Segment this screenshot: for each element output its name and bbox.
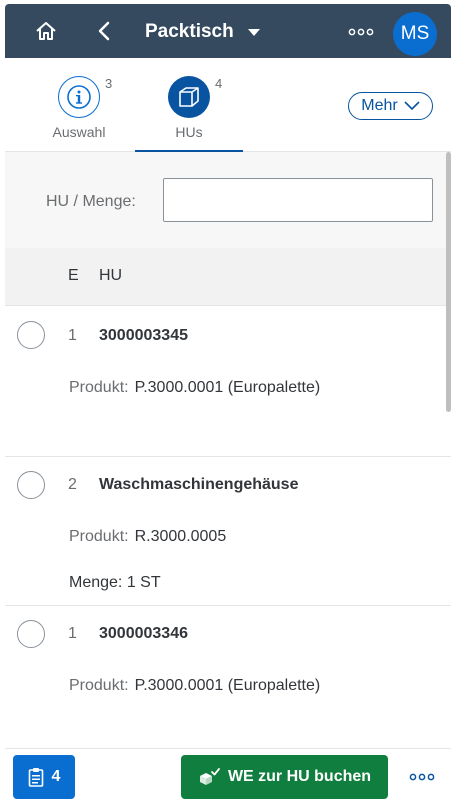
row-e-value: 2 [68, 476, 77, 493]
row-select-radio[interactable] [17, 321, 45, 349]
title-dropdown-icon[interactable] [248, 29, 260, 36]
hu-menge-input[interactable] [163, 178, 433, 222]
tab-hus-icon-circle [168, 76, 210, 118]
row-menge: Menge: 1 ST [69, 574, 161, 591]
tab-auswahl-count: 3 [105, 76, 113, 91]
row-produkt-label: Produkt: [69, 379, 129, 396]
overflow-icon[interactable] [348, 28, 374, 36]
filter-section: HU / Menge: [5, 152, 451, 248]
tab-hus-label: HUs [175, 124, 203, 140]
app-title[interactable]: Packtisch [145, 21, 234, 43]
table-row[interactable]: 1 3000003345 Produkt: P.3000.0001 (Europa… [5, 307, 451, 457]
hu-count-button[interactable]: 4 [13, 755, 75, 799]
home-icon[interactable] [35, 20, 57, 42]
row-produkt-value: P.3000.0001 (Europalette) [134, 379, 321, 396]
footer-toolbar: 4 WE zur HU buchen [5, 748, 451, 803]
row-hu-value: Waschmaschinengehäuse [99, 476, 299, 493]
row-produkt: Produkt: R.3000.0005 [69, 528, 226, 546]
column-header-e: E [68, 267, 79, 284]
row-hu-value: 3000003345 [99, 327, 188, 344]
avatar[interactable]: MS [393, 12, 437, 56]
hu-menge-label: HU / Menge: [46, 193, 136, 210]
tab-auswahl[interactable]: 3 Auswahl [25, 58, 133, 152]
footer-overflow-icon[interactable] [409, 773, 435, 781]
mehr-label: Mehr [361, 97, 398, 114]
row-e-value: 1 [68, 625, 77, 642]
info-icon [67, 85, 91, 109]
clipboard-icon [28, 768, 43, 787]
shell-bar: Packtisch MS [5, 4, 451, 58]
row-produkt: Produkt: P.3000.0001 (Europalette) [69, 677, 320, 695]
row-produkt-value: P.3000.0001 (Europalette) [134, 677, 321, 694]
row-select-radio[interactable] [17, 620, 45, 648]
row-produkt-label: Produkt: [69, 677, 129, 694]
goods-receipt-icon [199, 768, 220, 785]
table-row[interactable]: 1 3000003346 Produkt: P.3000.0001 (Europa… [5, 606, 451, 748]
chevron-down-icon [404, 101, 420, 111]
row-produkt-value: R.3000.0005 [134, 528, 227, 545]
box-icon [179, 87, 199, 107]
table-row[interactable]: 2 Waschmaschinengehäuse Produkt: R.3000.0… [5, 457, 451, 606]
row-hu-value: 3000003346 [99, 625, 188, 642]
we-zur-hu-buchen-button[interactable]: WE zur HU buchen [181, 755, 388, 799]
row-select-radio[interactable] [17, 471, 45, 499]
table-header: E HU [5, 248, 451, 306]
column-header-hu: HU [99, 267, 123, 284]
tab-auswahl-icon-circle [58, 76, 100, 118]
row-produkt-label: Produkt: [69, 528, 129, 545]
scrollbar[interactable] [446, 152, 451, 412]
row-produkt: Produkt: P.3000.0001 (Europalette) [69, 379, 320, 397]
tab-hus[interactable]: 4 HUs [135, 58, 243, 153]
tab-hus-count: 4 [215, 76, 223, 91]
hu-count-label: 4 [51, 768, 61, 785]
tab-auswahl-label: Auswahl [52, 124, 106, 140]
back-icon[interactable] [95, 21, 115, 41]
mehr-button[interactable]: Mehr [348, 92, 433, 120]
icon-tab-bar: 3 Auswahl 4 HUs Mehr [5, 58, 451, 153]
we-zur-hu-buchen-label: WE zur HU buchen [227, 768, 372, 785]
row-e-value: 1 [68, 327, 77, 344]
